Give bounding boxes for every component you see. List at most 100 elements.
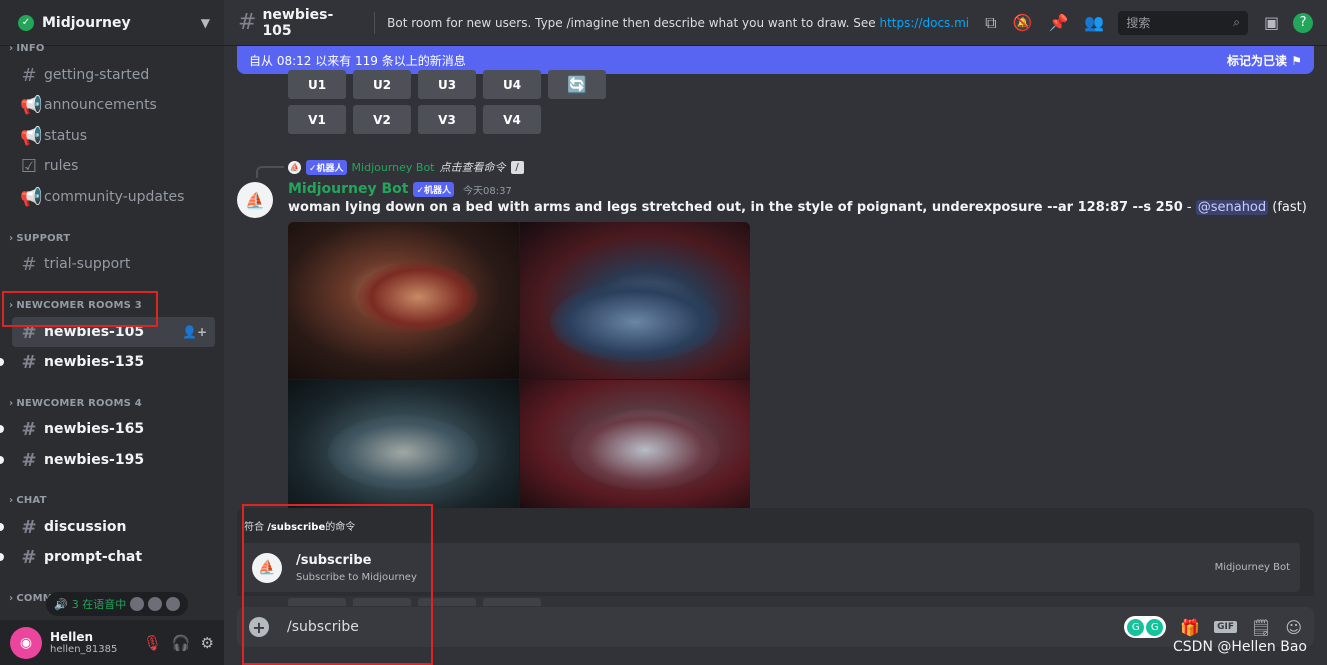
message-header: Midjourney Bot ✓机器人 今天08:37 — [288, 181, 512, 197]
u2-button[interactable]: U2 — [353, 70, 411, 99]
sticker-icon[interactable]: 🗒 — [1251, 618, 1271, 637]
command-autocomplete: 符合 /subscribe的命令 ⛵ /subscribe Subscribe … — [237, 508, 1314, 596]
server-name: Midjourney — [42, 14, 131, 31]
mic-muted-icon[interactable]: 🎙 — [143, 634, 162, 652]
v3-button[interactable]: V3 — [418, 105, 476, 134]
channel-community-updates[interactable]: 📢 community-updates — [12, 182, 215, 212]
category-info[interactable]: › INFO — [9, 43, 45, 54]
v2-button[interactable]: V2 — [353, 105, 411, 134]
grammarly-icon: G — [1146, 618, 1164, 636]
v4-button[interactable]: V4 — [483, 105, 541, 134]
rules-icon: ☑ — [20, 155, 38, 177]
hash-icon: # — [21, 546, 37, 568]
chevron-down-icon[interactable]: ▼ — [201, 16, 210, 30]
channel-label: community-updates — [44, 189, 185, 205]
channel-discussion[interactable]: # discussion — [12, 512, 215, 542]
avatar: ⛵ — [288, 160, 301, 174]
user-name: Hellen — [50, 630, 94, 644]
watermark: CSDN @Hellen Bao — [1173, 639, 1307, 655]
unread-indicator — [0, 358, 4, 366]
command-name: /subscribe — [296, 552, 372, 568]
mute-notif-icon[interactable]: 🔕 — [1013, 13, 1033, 32]
search-input[interactable]: 搜索 ⌕ — [1118, 10, 1248, 35]
topic-link[interactable]: https://docs.midjourney... — [879, 16, 969, 30]
channel-topic[interactable]: Bot room for new users. Type /imagine th… — [387, 16, 969, 30]
channel-rules[interactable]: ☑ rules — [12, 151, 215, 181]
gif-icon[interactable]: GIF — [1214, 621, 1237, 633]
add-member-icon[interactable]: 👤+ — [182, 325, 207, 339]
unread-indicator — [0, 523, 4, 531]
avatar — [130, 597, 145, 611]
u3-button[interactable]: U3 — [418, 70, 476, 99]
channel-label: status — [44, 128, 88, 144]
generated-image-2[interactable] — [520, 222, 750, 379]
channel-newbies-135[interactable]: # newbies-135 — [12, 347, 215, 377]
v1-button[interactable]: V1 — [288, 105, 346, 134]
unread-indicator — [0, 425, 4, 433]
channel-label: getting-started — [44, 67, 150, 83]
threads-icon[interactable]: ⧉ — [985, 13, 996, 33]
message-input[interactable] — [287, 619, 1047, 635]
channel-getting-started[interactable]: # getting-started — [12, 60, 215, 90]
message-composer: + GG 🎁 GIF 🗒 ☺ — [237, 607, 1314, 647]
settings-icon[interactable]: ⚙ — [201, 634, 214, 652]
image-grid[interactable] — [288, 222, 750, 508]
slash-command-icon: / — [510, 160, 524, 174]
command-option-subscribe[interactable]: ⛵ /subscribe Subscribe to Midjourney Mid… — [242, 543, 1300, 592]
message-timestamp: 今天08:37 — [463, 185, 512, 197]
grammarly-icon: G — [1127, 618, 1145, 636]
reroll-icon[interactable]: 🔄 — [548, 70, 606, 99]
reply-command[interactable]: 点击查看命令 — [440, 159, 506, 175]
generated-image-4[interactable] — [520, 380, 750, 508]
mark-as-read-button[interactable]: 标记为已读 ⚑ — [1227, 52, 1302, 69]
separator: - — [1182, 200, 1196, 215]
category-newcomer-rooms-4[interactable]: › NEWCOMER ROOMS 4 — [9, 398, 142, 409]
avatar[interactable]: ⛵ — [237, 182, 273, 218]
channel-label: rules — [44, 158, 79, 174]
generated-image-1[interactable] — [288, 222, 519, 379]
channel-prompt-chat[interactable]: # prompt-chat — [12, 542, 215, 572]
inbox-icon[interactable]: ▣ — [1264, 13, 1279, 32]
avatar — [148, 597, 163, 611]
members-icon[interactable]: 👥 — [1084, 13, 1104, 32]
hidden-button-row — [288, 598, 541, 606]
reply-author[interactable]: Midjourney Bot — [352, 161, 435, 174]
category-chat[interactable]: › CHAT — [9, 495, 47, 506]
hash-icon: # — [21, 321, 37, 343]
help-icon[interactable]: ? — [1293, 12, 1314, 33]
channel-label: newbies-165 — [44, 421, 145, 437]
channel-announcements[interactable]: 📢 announcements — [12, 90, 215, 120]
channel-title: newbies-105 — [262, 6, 334, 39]
avatar — [166, 597, 181, 611]
avatar[interactable]: ◉ — [10, 626, 42, 659]
user-panel: ◉ Hellen hellen_81385 🎙 🎧 ⚙ — [0, 620, 224, 665]
channel-sidebar: ✓ Midjourney ▼ › INFO # getting-started 📢 a… — [0, 0, 224, 665]
gift-icon[interactable]: 🎁 — [1180, 618, 1200, 637]
user-info[interactable]: Hellen hellen_81385 — [50, 630, 133, 655]
server-header[interactable]: ✓ Midjourney ▼ — [0, 0, 224, 46]
channel-newbies-195[interactable]: # newbies-195 — [12, 445, 215, 475]
u1-button[interactable]: U1 — [288, 70, 346, 99]
category-newcomer-rooms-3[interactable]: › NEWCOMER ROOMS 3 — [9, 300, 142, 311]
category-support[interactable]: › SUPPORT — [9, 233, 70, 244]
u4-button[interactable]: U4 — [483, 70, 541, 99]
verified-icon: ✓ — [18, 14, 34, 31]
unread-indicator — [0, 553, 4, 561]
generated-image-3[interactable] — [288, 380, 519, 508]
channel-label: newbies-105 — [44, 324, 145, 340]
voice-activity-pill[interactable]: 🔊 3 在语音中 — [46, 592, 189, 616]
channel-newbies-105[interactable]: # newbies-105 👤+ — [12, 317, 215, 347]
channel-label: announcements — [44, 97, 157, 113]
reply-reference[interactable]: ⛵ ✓机器人 Midjourney Bot 点击查看命令 / — [288, 159, 524, 175]
message-author[interactable]: Midjourney Bot — [288, 181, 408, 197]
headphones-icon[interactable]: 🎧 — [172, 634, 191, 652]
pin-icon[interactable]: 📌 — [1049, 13, 1069, 32]
hash-icon: # — [21, 351, 37, 373]
channel-newbies-165[interactable]: # newbies-165 — [12, 414, 215, 444]
user-mention[interactable]: @senahod — [1195, 200, 1269, 215]
plus-icon[interactable]: + — [249, 617, 269, 637]
channel-status[interactable]: 📢 status — [12, 121, 215, 151]
channel-trial-support[interactable]: # trial-support — [12, 249, 215, 279]
emoji-icon[interactable]: ☺ — [1285, 618, 1302, 637]
grammarly-widget[interactable]: GG — [1124, 616, 1167, 638]
